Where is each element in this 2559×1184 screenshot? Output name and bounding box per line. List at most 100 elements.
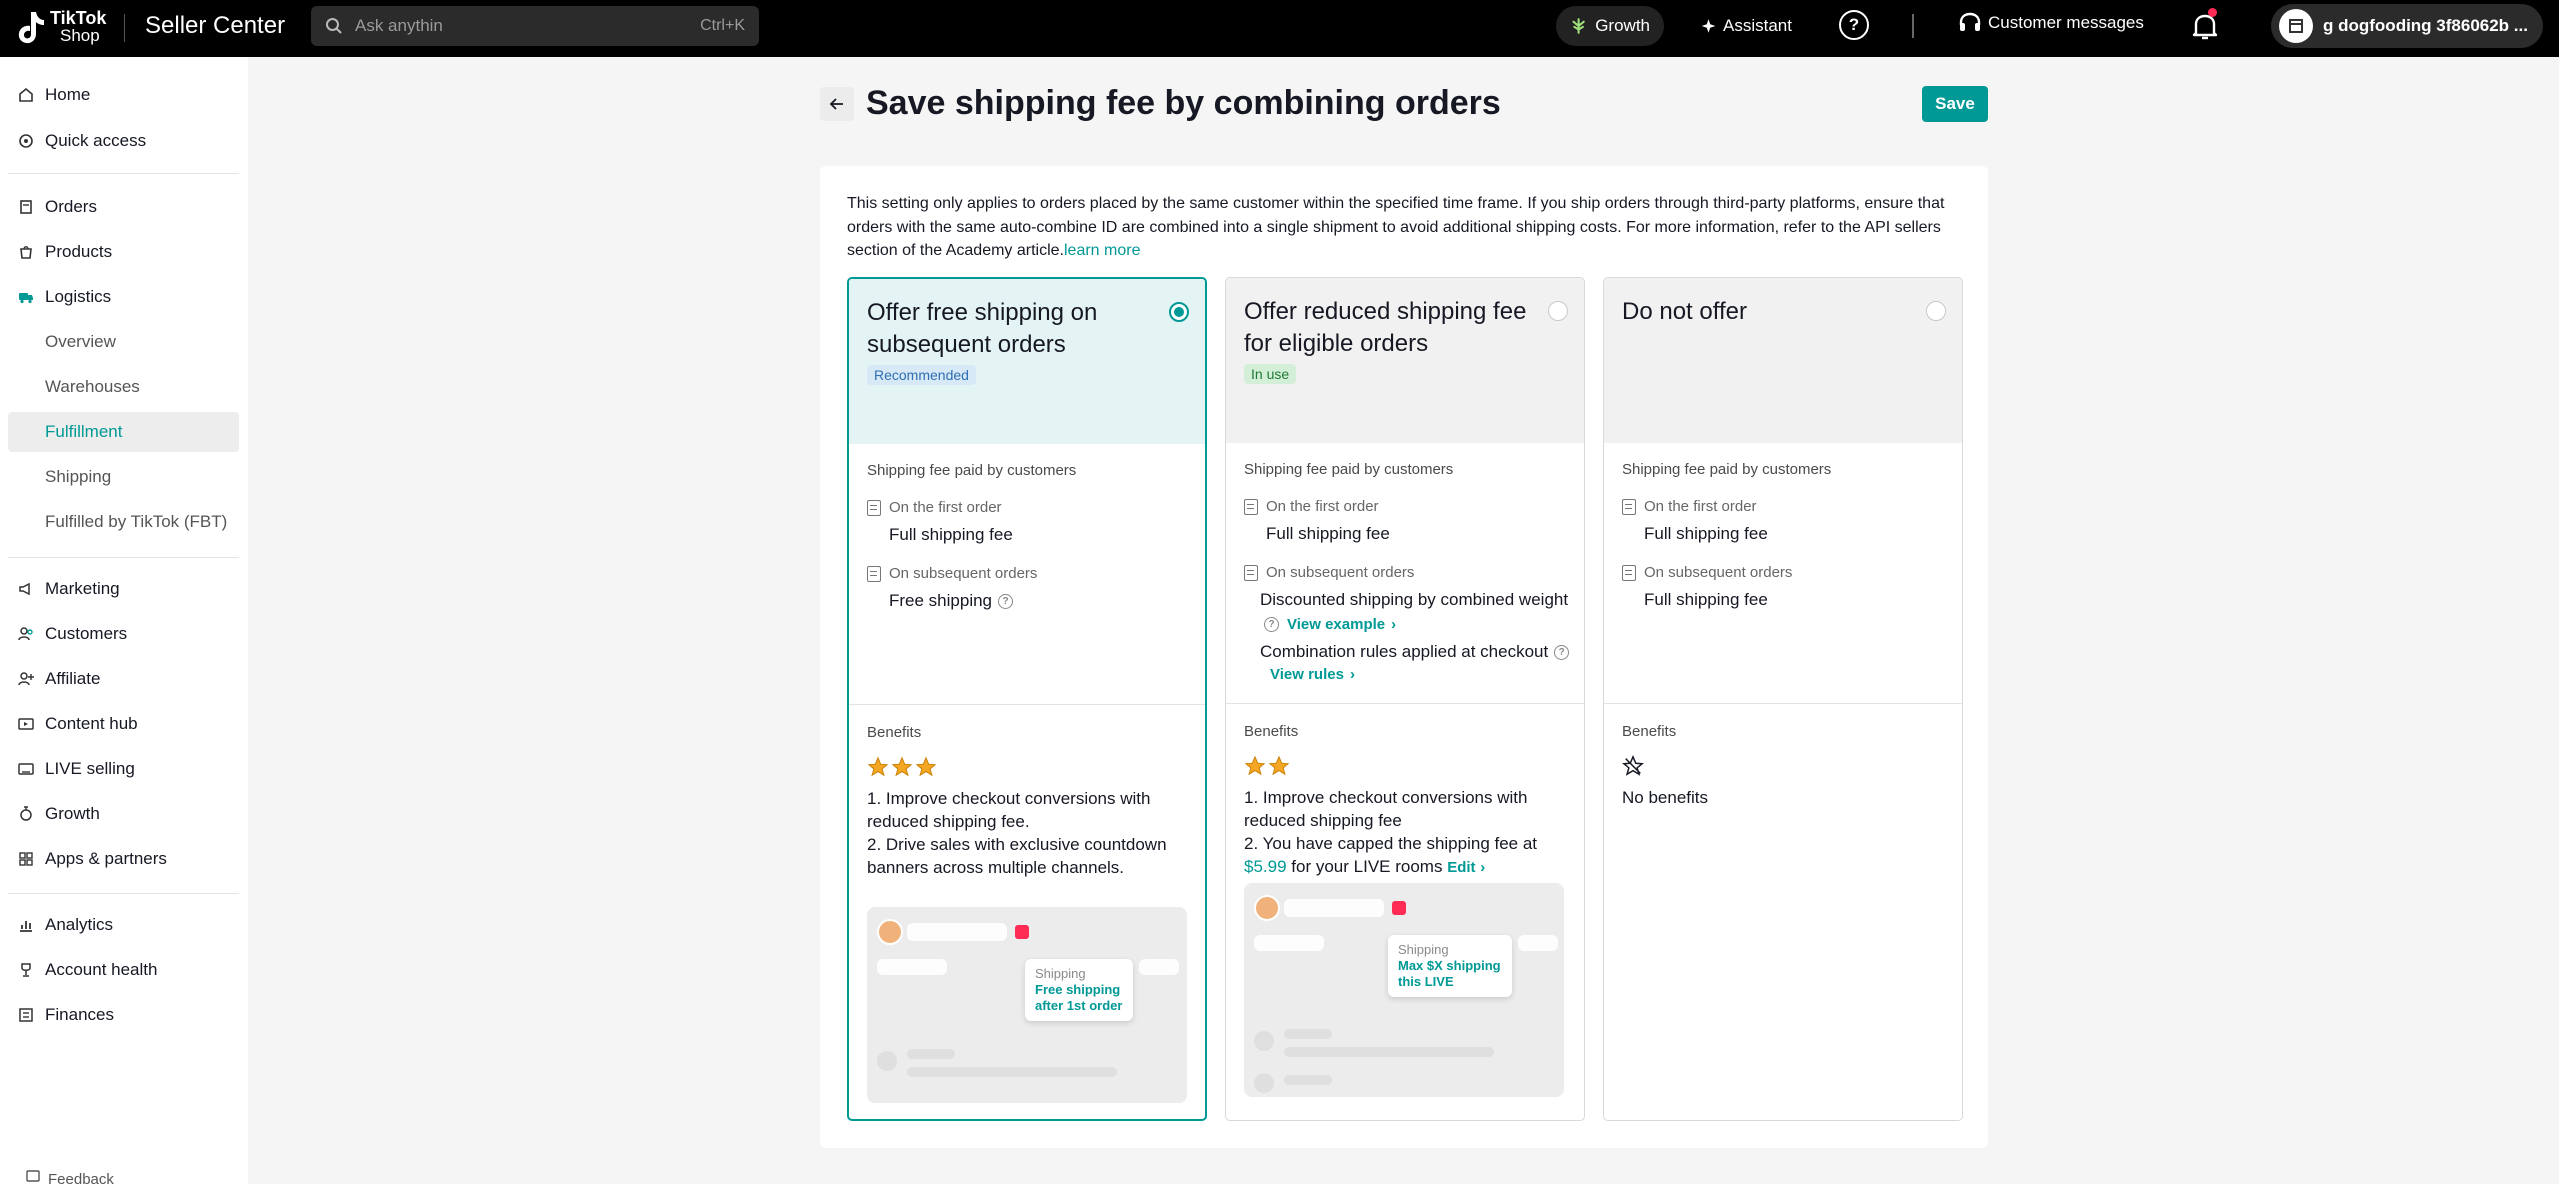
learn-more-link[interactable]: learn more: [1064, 242, 1140, 259]
sidebar-item-shipping[interactable]: Shipping: [8, 457, 239, 497]
logo-brand-text: TikTok: [50, 8, 107, 28]
view-rules-link[interactable]: View rules: [1270, 666, 1344, 683]
shipping-tooltip: Shipping Free shipping after 1st order: [1025, 959, 1133, 1021]
preview-image: Shipping Max $X shipping this LIVE: [1244, 883, 1564, 1097]
benefit-text: 2. You have capped the shipping fee at: [1244, 834, 1538, 853]
sidebar-item-customers[interactable]: Customers: [8, 614, 239, 654]
feedback-link[interactable]: Feedback: [26, 1170, 114, 1184]
tooltip-value: Free shipping after 1st order: [1035, 982, 1123, 1013]
help-icon[interactable]: ?: [1839, 10, 1869, 40]
sidebar-item-content-hub[interactable]: Content hub: [8, 704, 239, 744]
sidebar-item-growth[interactable]: Growth: [8, 794, 239, 834]
help-circle-icon[interactable]: ?: [1554, 644, 1570, 660]
sidebar-item-products[interactable]: Products: [8, 232, 239, 272]
tiktok-shop-logo[interactable]: TikTok Shop: [16, 8, 106, 46]
logistics-icon: [18, 289, 34, 305]
sidebar-item-affiliate[interactable]: Affiliate: [8, 659, 239, 699]
option-card-reduced-shipping[interactable]: Offer reduced shipping fee for eligible …: [1225, 277, 1585, 1121]
help-circle-icon[interactable]: ?: [998, 593, 1014, 609]
sidebar-item-orders[interactable]: Orders: [8, 187, 239, 227]
option-radio[interactable]: [1169, 302, 1189, 322]
search-box[interactable]: Ctrl+K: [311, 6, 759, 46]
account-name: g dogfooding 3f86062b ...: [2323, 16, 2528, 35]
sidebar: Home Quick access Orders Products Logist…: [0, 57, 248, 1184]
document-icon: [1244, 564, 1258, 581]
sidebar-item-label: Marketing: [45, 579, 120, 598]
sidebar-item-warehouses[interactable]: Warehouses: [8, 367, 239, 407]
customer-messages-button[interactable]: Customer messages: [1958, 12, 2144, 34]
growth-button[interactable]: Growth: [1556, 6, 1664, 46]
first-order-label: On the first order: [867, 499, 1002, 516]
benefit-item: 1. Improve checkout conversions with red…: [867, 789, 1151, 831]
sidebar-item-live-selling[interactable]: LIVE selling: [8, 749, 239, 789]
first-order-label-text: On the first order: [889, 499, 1002, 516]
store-avatar: [2279, 9, 2313, 43]
benefit-stars: [867, 756, 939, 778]
first-order-label-text: On the first order: [1266, 498, 1379, 515]
section-label: Shipping fee paid by customers: [867, 462, 1077, 479]
orders-icon: [18, 199, 34, 215]
sidebar-item-finances[interactable]: Finances: [8, 995, 239, 1035]
option-card-free-shipping[interactable]: Offer free shipping on subsequent orders…: [847, 277, 1207, 1121]
edit-link[interactable]: Edit: [1447, 859, 1475, 876]
sidebar-divider: [8, 173, 239, 174]
preview-bar: [1284, 1029, 1332, 1039]
sidebar-item-apps-partners[interactable]: Apps & partners: [8, 839, 239, 879]
tooltip-title: Shipping: [1398, 942, 1449, 957]
first-order-value: Full shipping fee: [1644, 524, 1768, 543]
logo-divider: [124, 14, 125, 42]
document-icon: [867, 565, 881, 582]
content-hub-icon: [18, 716, 34, 732]
apps-icon: [18, 851, 34, 867]
back-button[interactable]: [820, 87, 854, 121]
help-circle-icon: ?: [1264, 617, 1279, 632]
sidebar-item-marketing[interactable]: Marketing: [8, 569, 239, 609]
save-button[interactable]: Save: [1922, 86, 1988, 122]
sidebar-item-label: Fulfilled by TikTok (FBT): [45, 512, 228, 531]
sidebar-item-fbt[interactable]: Fulfilled by TikTok (FBT): [8, 502, 239, 542]
sidebar-item-label: Apps & partners: [45, 849, 167, 868]
arrow-left-icon: [829, 98, 843, 110]
card-header: Do not offer: [1604, 278, 1962, 443]
benefit-item: 2. Drive sales with exclusive countdown …: [867, 835, 1167, 877]
sidebar-item-home[interactable]: Home: [8, 75, 239, 115]
sidebar-item-label: Warehouses: [45, 377, 140, 396]
sidebar-item-label: Home: [45, 85, 91, 104]
card-divider: [1226, 703, 1584, 704]
preview-bar: [1284, 1047, 1494, 1057]
preview-avatar: [1254, 895, 1280, 921]
store-icon: [2289, 19, 2303, 33]
benefits-label: Benefits: [1622, 723, 1677, 740]
sidebar-item-analytics[interactable]: Analytics: [8, 905, 239, 945]
sidebar-divider: [8, 557, 239, 558]
analytics-icon: [18, 917, 34, 933]
search-input[interactable]: [355, 16, 701, 36]
subsequent-value: Full shipping fee: [1644, 590, 1768, 609]
assistant-button[interactable]: Assistant: [1686, 6, 1806, 46]
sidebar-item-logistics[interactable]: Logistics: [8, 277, 239, 317]
logo-sub-text: Shop: [60, 26, 100, 45]
tooltip-title: Shipping: [1035, 966, 1086, 981]
sidebar-item-label: Orders: [45, 197, 97, 216]
card-header: Offer free shipping on subsequent orders…: [849, 279, 1205, 444]
sidebar-item-label: Analytics: [45, 915, 114, 934]
option-title: Do not offer: [1622, 298, 1747, 325]
subsequent-label-text: On subsequent orders: [1266, 564, 1415, 581]
sidebar-item-overview[interactable]: Overview: [8, 322, 239, 362]
view-example-link[interactable]: View example: [1287, 616, 1385, 633]
first-order-value: Full shipping fee: [1266, 524, 1390, 543]
preview-bar: [1254, 1073, 1274, 1093]
star-icon: [867, 756, 889, 777]
option-radio[interactable]: [1548, 301, 1568, 321]
option-radio[interactable]: [1926, 301, 1946, 321]
first-order-label-text: On the first order: [1644, 498, 1757, 515]
subsequent-value-2-text: Combination rules applied at checkout: [1260, 642, 1549, 661]
sidebar-item-quick-access[interactable]: Quick access: [8, 121, 239, 161]
quick-access-icon: [18, 133, 34, 149]
sidebar-item-label: Customers: [45, 624, 128, 643]
option-card-do-not-offer[interactable]: Do not offer Shipping fee paid by custom…: [1603, 277, 1963, 1121]
subsequent-label: On subsequent orders: [867, 565, 1037, 582]
account-menu[interactable]: g dogfooding 3f86062b ...: [2271, 4, 2543, 48]
sidebar-item-account-health[interactable]: Account health: [8, 950, 239, 990]
sidebar-item-fulfillment[interactable]: Fulfillment: [8, 412, 239, 452]
